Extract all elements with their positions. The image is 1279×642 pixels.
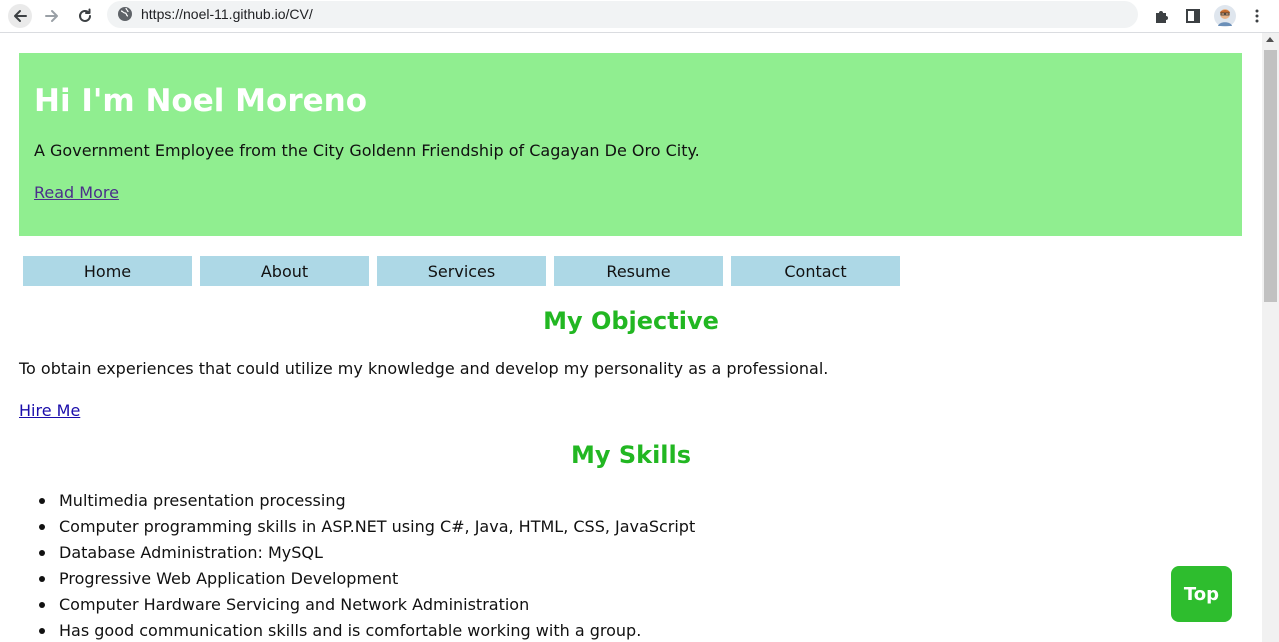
nav-item-home[interactable]: Home	[23, 256, 192, 286]
page-scrollbar[interactable]	[1262, 33, 1279, 642]
skill-item: Computer Hardware Servicing and Network …	[38, 595, 695, 621]
avatar-icon	[1214, 5, 1236, 27]
hero-tagline: A Government Employee from the City Gold…	[34, 141, 700, 160]
skills-heading: My Skills	[570, 441, 692, 469]
back-button[interactable]	[8, 4, 32, 28]
arrow-left-icon	[14, 10, 27, 22]
url-text: https://noel-11.github.io/CV/	[141, 6, 313, 22]
nav-item-resume[interactable]: Resume	[554, 256, 723, 286]
scroll-up-icon[interactable]	[1266, 37, 1274, 42]
address-bar[interactable]: https://noel-11.github.io/CV/	[107, 1, 1138, 28]
nav-item-contact[interactable]: Contact	[731, 256, 900, 286]
forward-button[interactable]	[40, 4, 64, 28]
nav-item-services[interactable]: Services	[377, 256, 546, 286]
nav-item-about[interactable]: About	[200, 256, 369, 286]
skill-item: Database Administration: MySQL	[38, 543, 695, 569]
profile-avatar[interactable]	[1214, 5, 1236, 27]
objective-text: To obtain experiences that could utilize…	[19, 359, 829, 378]
skill-item: Has good communication skills and is com…	[38, 621, 695, 642]
reload-button[interactable]	[73, 4, 97, 28]
read-more-link[interactable]: Read More	[34, 183, 119, 202]
back-to-top-button[interactable]: Top	[1171, 566, 1232, 622]
skill-item: Computer programming skills in ASP.NET u…	[38, 517, 695, 543]
hire-me-link[interactable]: Hire Me	[19, 401, 80, 420]
reload-icon	[79, 8, 91, 22]
skill-item: Progressive Web Application Development	[38, 569, 695, 595]
side-panel-button[interactable]	[1182, 5, 1204, 27]
page-content: Hi I'm Noel Moreno A Government Employee…	[0, 33, 1262, 642]
objective-heading: My Objective	[543, 307, 719, 335]
hero-banner: Hi I'm Noel Moreno A Government Employee…	[19, 53, 1242, 236]
side-panel-icon	[1186, 9, 1200, 23]
puzzle-icon	[1156, 11, 1168, 23]
skill-item: Multimedia presentation processing	[38, 491, 695, 517]
hero-heading: Hi I'm Noel Moreno	[34, 83, 367, 119]
extensions-button[interactable]	[1150, 5, 1172, 27]
browser-toolbar: https://noel-11.github.io/CV/	[0, 0, 1279, 33]
skills-list: Multimedia presentation processing Compu…	[38, 491, 695, 642]
globe-icon	[118, 7, 132, 21]
scrollbar-thumb[interactable]	[1264, 50, 1277, 302]
browser-menu-button[interactable]	[1246, 5, 1268, 27]
kebab-menu-icon	[1255, 9, 1259, 23]
arrow-right-icon	[45, 10, 58, 22]
